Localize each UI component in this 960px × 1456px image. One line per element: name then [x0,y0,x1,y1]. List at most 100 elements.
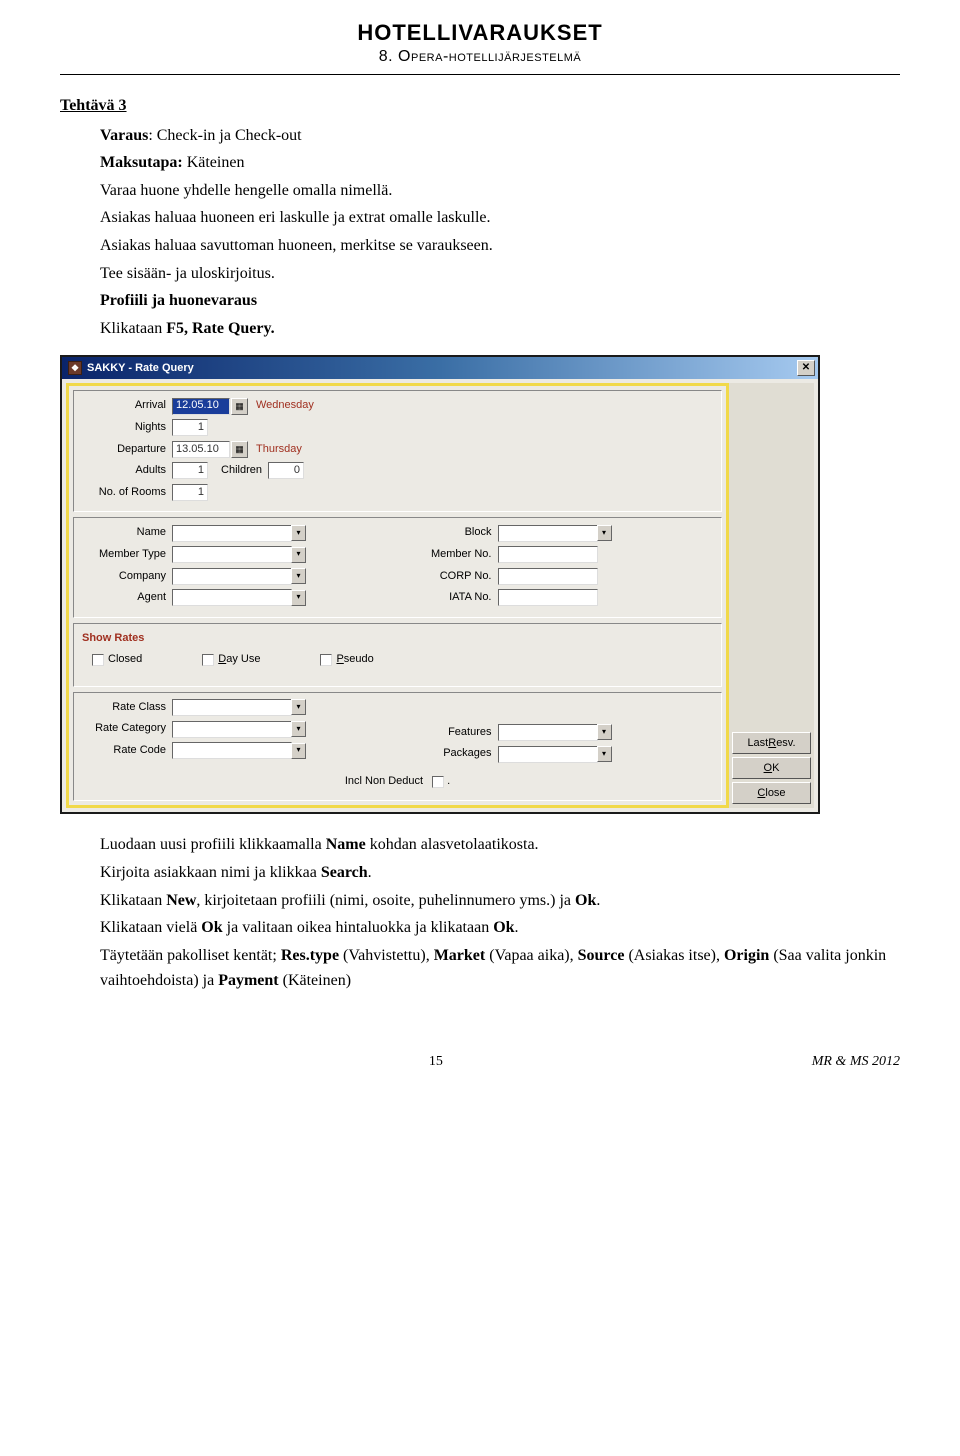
children-input[interactable]: 0 [268,462,304,479]
calendar-icon[interactable]: ▦ [231,398,248,415]
dropdown-icon[interactable]: ▾ [291,721,306,737]
closed-cb-label: Closed [108,651,142,669]
arrival-dayname: Wednesday [256,397,314,415]
incl-dot: . [447,773,450,791]
task-line-8: Klikataan F5, Rate Query. [100,316,900,342]
dialog-side-buttons: Last Resv. OK Close [729,383,814,808]
checkbox-icon [92,654,104,666]
corp-no-input[interactable] [498,568,598,585]
task-line-5: Asiakas haluaa savuttoman huoneen, merki… [100,233,900,259]
company-label: Company [82,568,172,586]
checkbox-icon [320,654,332,666]
calendar-icon[interactable]: ▦ [231,441,248,458]
name-input[interactable] [172,525,292,542]
rate-class-input[interactable] [172,699,292,716]
iata-no-input[interactable] [498,589,598,606]
dropdown-icon[interactable]: ▾ [291,547,306,563]
dropdown-icon[interactable]: ▾ [597,525,612,541]
after-line-2: Kirjoita asiakkaan nimi ja klikkaa Searc… [100,860,900,886]
features-input[interactable] [498,724,598,741]
dropdown-icon[interactable]: ▾ [291,568,306,584]
rate-code-label: Rate Code [82,742,172,760]
incl-non-deduct-checkbox[interactable] [432,776,444,788]
page-number: 15 [429,1054,443,1070]
task-l8-pre: Klikataan [100,320,166,337]
panel-stay-details: Arrival 12.05.10 ▦ Wednesday Nights 1 De… [73,390,722,512]
member-type-label: Member Type [82,546,172,564]
incl-non-deduct-label: Incl Non Deduct [345,773,429,791]
task-l1-bold: Varaus [100,127,148,144]
rate-class-label: Rate Class [82,699,172,717]
iata-no-label: IATA No. [418,589,498,607]
dropdown-icon[interactable]: ▾ [291,699,306,715]
agent-label: Agent [82,589,172,607]
block-label: Block [418,524,498,542]
packages-input[interactable] [498,746,598,763]
rooms-label: No. of Rooms [82,484,172,502]
agent-input[interactable] [172,589,292,606]
doc-main-title: Hotellivaraukset [60,20,900,46]
member-no-label: Member No. [418,546,498,564]
dialog-titlebar[interactable]: ❖ SAKKY - Rate Query ✕ [62,357,818,379]
pseudo-cb-label: Pseudo [336,651,373,669]
after-line-4: Klikataan vielä Ok ja valitaan oikea hin… [100,915,900,941]
doc-subtitle: 8. Opera-hotellijärjestelmä [60,48,900,66]
panel-rate-filters: Rate Class ▾ Rate Category ▾ Rate Code ▾ Fe… [73,692,722,802]
rate-code-input[interactable] [172,742,292,759]
children-label: Children [208,462,268,480]
closed-checkbox[interactable]: Closed [92,651,142,669]
task-line-7: Profiili ja huonevaraus [100,288,900,314]
close-icon[interactable]: ✕ [797,360,815,376]
close-button[interactable]: Close [732,782,811,804]
dropdown-icon[interactable]: ▾ [597,724,612,740]
adults-label: Adults [82,462,172,480]
nights-input[interactable]: 1 [172,419,208,436]
dropdown-icon[interactable]: ▾ [597,746,612,762]
task-l2-bold: Maksutapa: [100,154,183,171]
task-line-1: Varaus: Check-in ja Check-out [100,123,900,149]
company-input[interactable] [172,568,292,585]
pseudo-checkbox[interactable]: Pseudo [320,651,373,669]
app-icon: ❖ [68,361,82,375]
after-line-5: Täytetään pakolliset kentät; Res.type (V… [100,943,900,994]
arrival-label: Arrival [82,397,172,415]
checkbox-icon [202,654,214,666]
departure-label: Departure [82,441,172,459]
footer-credit: MR & MS 2012 [812,1054,900,1070]
dayuse-cb-label: Day Use [218,651,260,669]
arrival-input[interactable]: 12.05.10 [172,398,230,415]
task-line-3: Varaa huone yhdelle hengelle omalla nime… [100,178,900,204]
nights-label: Nights [82,419,172,437]
name-label: Name [82,524,172,542]
task-heading: Tehtävä 3 [60,93,900,119]
dayuse-checkbox[interactable]: Day Use [202,651,260,669]
task-l8-bold: F5, Rate Query. [166,320,274,337]
dropdown-icon[interactable]: ▾ [291,743,306,759]
dialog-title: SAKKY - Rate Query [87,360,194,378]
features-label: Features [418,724,498,742]
departure-dayname: Thursday [256,441,302,459]
last-resv-button[interactable]: Last Resv. [732,732,811,754]
member-type-input[interactable] [172,546,292,563]
after-line-3: Klikataan New, kirjoitetaan profiili (ni… [100,888,900,914]
show-rates-title: Show Rates [82,630,713,648]
corp-no-label: CORP No. [418,568,498,586]
task-line-2: Maksutapa: Käteinen [100,150,900,176]
rate-category-label: Rate Category [82,720,172,738]
task-l1-rest: : Check-in ja Check-out [148,127,301,144]
dropdown-icon[interactable]: ▾ [291,525,306,541]
rooms-input[interactable]: 1 [172,484,208,501]
rate-query-dialog: ❖ SAKKY - Rate Query ✕ Arrival 12.05.10 … [60,355,820,814]
rate-category-input[interactable] [172,721,292,738]
adults-input[interactable]: 1 [172,462,208,479]
dropdown-icon[interactable]: ▾ [291,590,306,606]
header-divider [60,74,900,75]
after-line-1: Luodaan uusi profiili klikkaamalla Name … [100,832,900,858]
ok-button[interactable]: OK [732,757,811,779]
panel-show-rates: Show Rates Closed Day Use Pseudo [73,623,722,687]
member-no-input[interactable] [498,546,598,563]
task-l2-rest: Käteinen [183,154,245,171]
departure-input[interactable]: 13.05.10 [172,441,230,458]
block-input[interactable] [498,525,598,542]
packages-label: Packages [418,745,498,763]
